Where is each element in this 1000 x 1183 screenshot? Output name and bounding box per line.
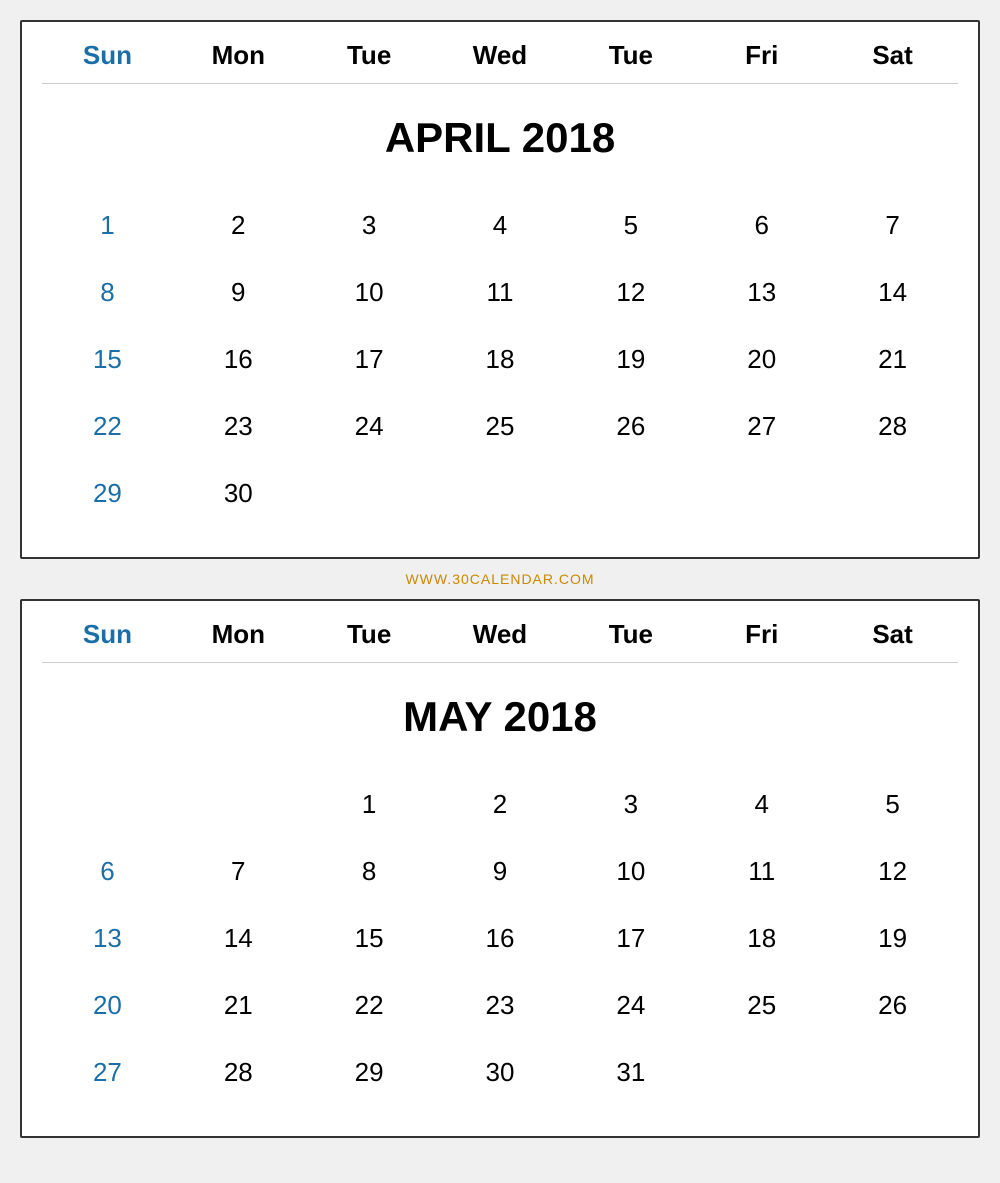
day-cell: 14 bbox=[173, 905, 304, 972]
day-cell: 13 bbox=[42, 905, 173, 972]
day-cell: 6 bbox=[696, 192, 827, 259]
day-header-mon: Mon bbox=[173, 611, 304, 662]
day-cell bbox=[42, 771, 173, 838]
day-cell: 15 bbox=[304, 905, 435, 972]
day-cell: 21 bbox=[827, 326, 958, 393]
day-cell: 23 bbox=[435, 972, 566, 1039]
day-cell: 27 bbox=[42, 1039, 173, 1106]
day-cell: 19 bbox=[827, 905, 958, 972]
day-cell: 5 bbox=[565, 192, 696, 259]
day-cell: 16 bbox=[435, 905, 566, 972]
may-calendar: SunMonTueWedTueFriSat MAY 2018 123456789… bbox=[20, 599, 980, 1138]
day-cell: 3 bbox=[304, 192, 435, 259]
day-header-mon: Mon bbox=[173, 32, 304, 83]
may-grid: 1234567891011121314151617181920212223242… bbox=[42, 771, 958, 1106]
day-cell bbox=[827, 1039, 958, 1106]
day-cell: 26 bbox=[565, 393, 696, 460]
april-grid: 1234567891011121314151617181920212223242… bbox=[42, 192, 958, 527]
day-cell: 17 bbox=[304, 326, 435, 393]
day-cell bbox=[173, 771, 304, 838]
day-cell: 22 bbox=[42, 393, 173, 460]
day-header-fri: Fri bbox=[696, 611, 827, 662]
day-header-fri: Fri bbox=[696, 32, 827, 83]
day-cell: 18 bbox=[435, 326, 566, 393]
day-cell: 25 bbox=[435, 393, 566, 460]
day-cell: 12 bbox=[565, 259, 696, 326]
day-cell: 29 bbox=[304, 1039, 435, 1106]
day-cell: 27 bbox=[696, 393, 827, 460]
day-cell: 2 bbox=[435, 771, 566, 838]
day-cell: 9 bbox=[173, 259, 304, 326]
day-cell: 17 bbox=[565, 905, 696, 972]
day-header-sat: Sat bbox=[827, 32, 958, 83]
april-day-headers: SunMonTueWedTueFriSat bbox=[42, 32, 958, 84]
day-cell: 24 bbox=[565, 972, 696, 1039]
watermark: WWW.30CALENDAR.COM bbox=[405, 571, 594, 587]
day-cell: 6 bbox=[42, 838, 173, 905]
day-cell: 19 bbox=[565, 326, 696, 393]
day-cell: 10 bbox=[565, 838, 696, 905]
day-cell: 30 bbox=[173, 460, 304, 527]
may-title: MAY 2018 bbox=[42, 673, 958, 771]
day-cell: 25 bbox=[696, 972, 827, 1039]
day-cell: 23 bbox=[173, 393, 304, 460]
day-header-tue: Tue bbox=[304, 32, 435, 83]
day-cell: 20 bbox=[42, 972, 173, 1039]
april-calendar: SunMonTueWedTueFriSat APRIL 2018 1234567… bbox=[20, 20, 980, 559]
day-cell: 5 bbox=[827, 771, 958, 838]
day-cell: 2 bbox=[173, 192, 304, 259]
day-header-thu: Tue bbox=[565, 32, 696, 83]
day-cell: 28 bbox=[827, 393, 958, 460]
day-cell: 9 bbox=[435, 838, 566, 905]
day-header-sat: Sat bbox=[827, 611, 958, 662]
day-cell: 28 bbox=[173, 1039, 304, 1106]
day-header-sun: Sun bbox=[42, 611, 173, 662]
april-title: APRIL 2018 bbox=[42, 94, 958, 192]
day-cell: 18 bbox=[696, 905, 827, 972]
day-cell bbox=[827, 460, 958, 527]
day-cell: 14 bbox=[827, 259, 958, 326]
day-cell: 11 bbox=[696, 838, 827, 905]
day-cell: 12 bbox=[827, 838, 958, 905]
day-cell: 4 bbox=[696, 771, 827, 838]
day-cell: 3 bbox=[565, 771, 696, 838]
day-header-thu: Tue bbox=[565, 611, 696, 662]
day-cell: 26 bbox=[827, 972, 958, 1039]
day-cell: 22 bbox=[304, 972, 435, 1039]
day-cell: 20 bbox=[696, 326, 827, 393]
day-header-wed: Wed bbox=[435, 611, 566, 662]
day-cell: 7 bbox=[173, 838, 304, 905]
day-header-sun: Sun bbox=[42, 32, 173, 83]
day-cell: 1 bbox=[42, 192, 173, 259]
day-cell: 15 bbox=[42, 326, 173, 393]
day-cell: 11 bbox=[435, 259, 566, 326]
day-cell: 1 bbox=[304, 771, 435, 838]
day-cell: 8 bbox=[304, 838, 435, 905]
day-cell: 16 bbox=[173, 326, 304, 393]
day-cell bbox=[304, 460, 435, 527]
day-cell: 30 bbox=[435, 1039, 566, 1106]
may-day-headers: SunMonTueWedTueFriSat bbox=[42, 611, 958, 663]
day-cell: 8 bbox=[42, 259, 173, 326]
day-cell: 29 bbox=[42, 460, 173, 527]
day-cell: 4 bbox=[435, 192, 566, 259]
day-cell: 7 bbox=[827, 192, 958, 259]
day-header-wed: Wed bbox=[435, 32, 566, 83]
day-cell bbox=[565, 460, 696, 527]
day-cell: 13 bbox=[696, 259, 827, 326]
day-cell bbox=[696, 1039, 827, 1106]
day-cell bbox=[435, 460, 566, 527]
day-cell: 24 bbox=[304, 393, 435, 460]
day-cell: 21 bbox=[173, 972, 304, 1039]
day-cell bbox=[696, 460, 827, 527]
day-cell: 31 bbox=[565, 1039, 696, 1106]
day-header-tue: Tue bbox=[304, 611, 435, 662]
day-cell: 10 bbox=[304, 259, 435, 326]
